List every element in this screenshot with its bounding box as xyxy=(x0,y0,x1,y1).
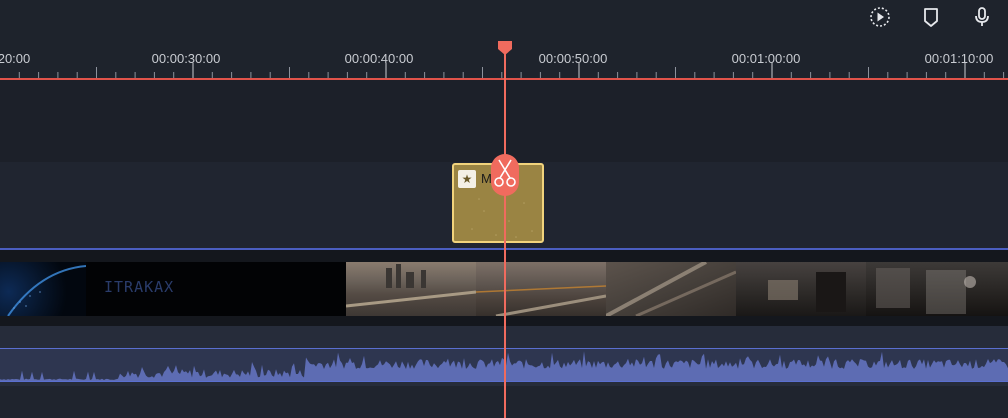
render-preview-button[interactable] xyxy=(867,4,893,30)
video-frame-highway xyxy=(606,262,736,316)
video-frame-interior xyxy=(736,262,866,316)
ruler-label: 00:00:50:00 xyxy=(538,51,608,66)
record-voiceover-button[interactable] xyxy=(969,4,995,30)
video-frame-interior xyxy=(866,262,1008,316)
star-icon: ★ xyxy=(458,170,476,188)
playhead-marker-icon xyxy=(498,41,512,55)
video-frame-title: ITRAKAX xyxy=(86,262,346,316)
scissors-icon xyxy=(494,159,516,187)
marker-icon xyxy=(924,8,938,27)
playhead-handle[interactable] xyxy=(497,40,513,61)
render-preview-icon xyxy=(870,7,890,27)
timeline-toolbar xyxy=(0,0,1008,34)
video-frame-earth xyxy=(0,262,86,316)
ruler-label: 00:00:30:00 xyxy=(151,51,221,66)
ruler-label: 00:01:00:00 xyxy=(731,51,801,66)
ruler-label: 00:00:40:00 xyxy=(344,51,414,66)
ruler-label: 20:00 xyxy=(0,51,31,66)
video-frame-city xyxy=(476,262,606,316)
microphone-icon xyxy=(975,7,989,26)
clip-texture xyxy=(471,198,533,238)
video-overlay-text: ITRAKAX xyxy=(104,278,175,296)
video-frame-city xyxy=(346,262,476,316)
split-button[interactable] xyxy=(491,154,519,196)
playhead-line xyxy=(504,46,506,418)
add-marker-button[interactable] xyxy=(918,4,944,30)
ruler-label: 00:01:10:00 xyxy=(924,51,994,66)
